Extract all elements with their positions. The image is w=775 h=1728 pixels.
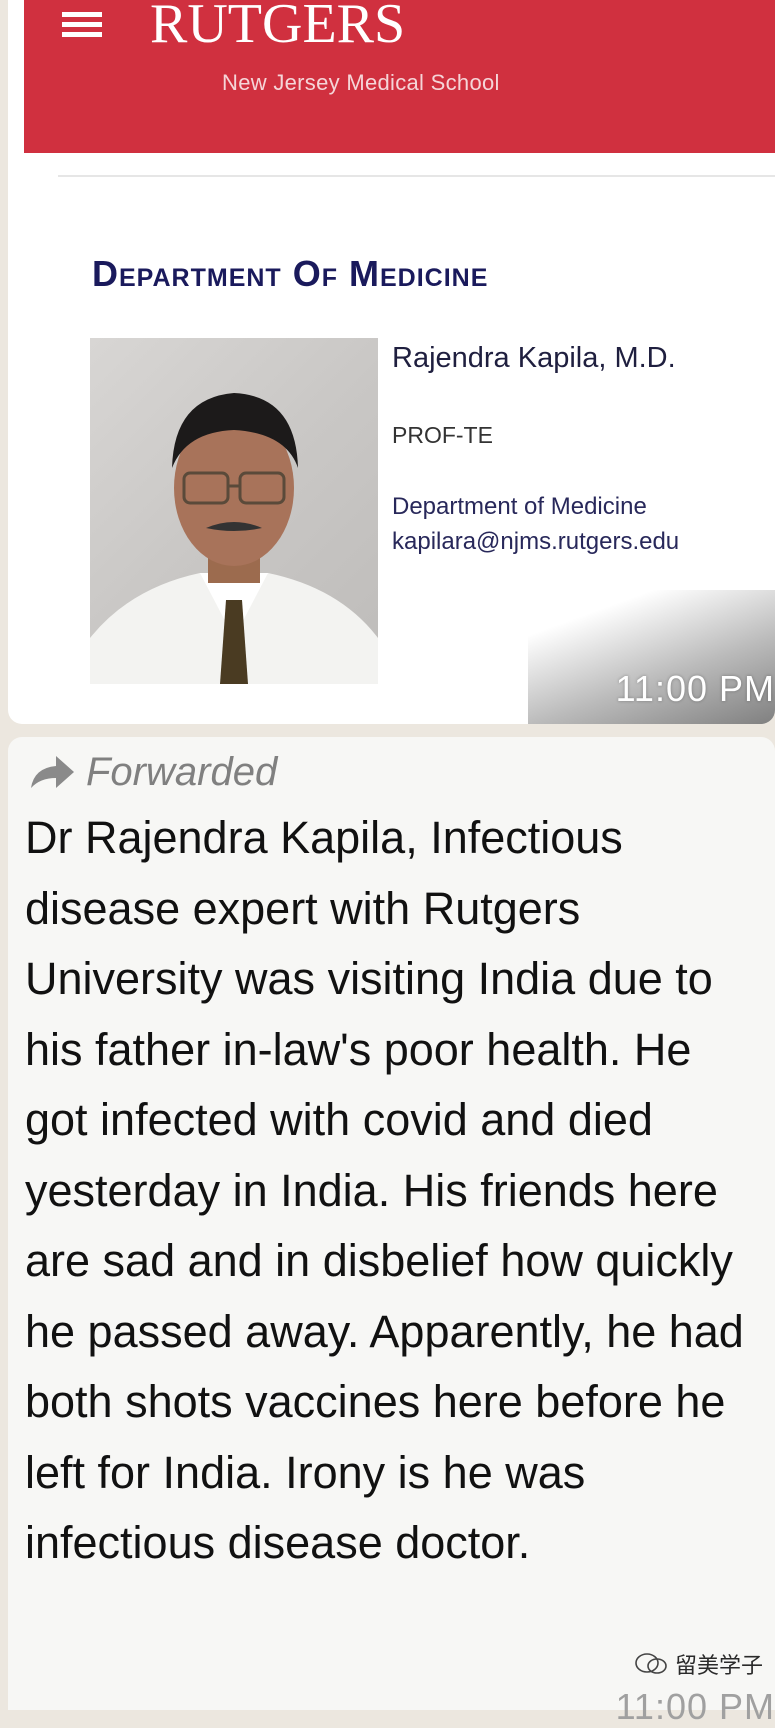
forwarded-message-bubble[interactable]: Forwarded Dr Rajendra Kapila, Infectious…: [8, 737, 775, 1727]
watermark: 留美学子: [635, 1648, 763, 1680]
rutgers-header-banner: RUTGERS New Jersey Medical School: [24, 0, 775, 153]
image-message-bubble[interactable]: RUTGERS New Jersey Medical School Depart…: [8, 0, 775, 724]
forward-arrow-icon: [31, 756, 74, 788]
forwarded-label: Forwarded: [86, 749, 278, 794]
message-timestamp: 11:00 PM: [615, 1686, 775, 1727]
watermark-text: 留美学子: [674, 1653, 763, 1678]
forwarded-indicator: Forwarded: [28, 749, 277, 795]
school-subtitle: New Jersey Medical School: [222, 70, 500, 95]
department-title: Department Of Medicine: [92, 253, 489, 294]
profile-photo: [90, 338, 378, 684]
profile-email[interactable]: kapilara@njms.rutgers.edu: [392, 528, 679, 556]
profile-department: Department of Medicine: [392, 493, 647, 520]
hamburger-menu-icon[interactable]: [62, 12, 102, 37]
profile-name: Rajendra Kapila, M.D.: [392, 342, 676, 374]
message-text: Dr Rajendra Kapila, Infectious disease e…: [25, 812, 744, 1568]
profile-role: PROF-TE: [392, 422, 493, 448]
divider: [58, 175, 775, 177]
rutgers-logo: RUTGERS: [150, 0, 406, 55]
wechat-icon: [635, 1653, 667, 1674]
message-timestamp: 11:00 PM: [615, 668, 775, 709]
